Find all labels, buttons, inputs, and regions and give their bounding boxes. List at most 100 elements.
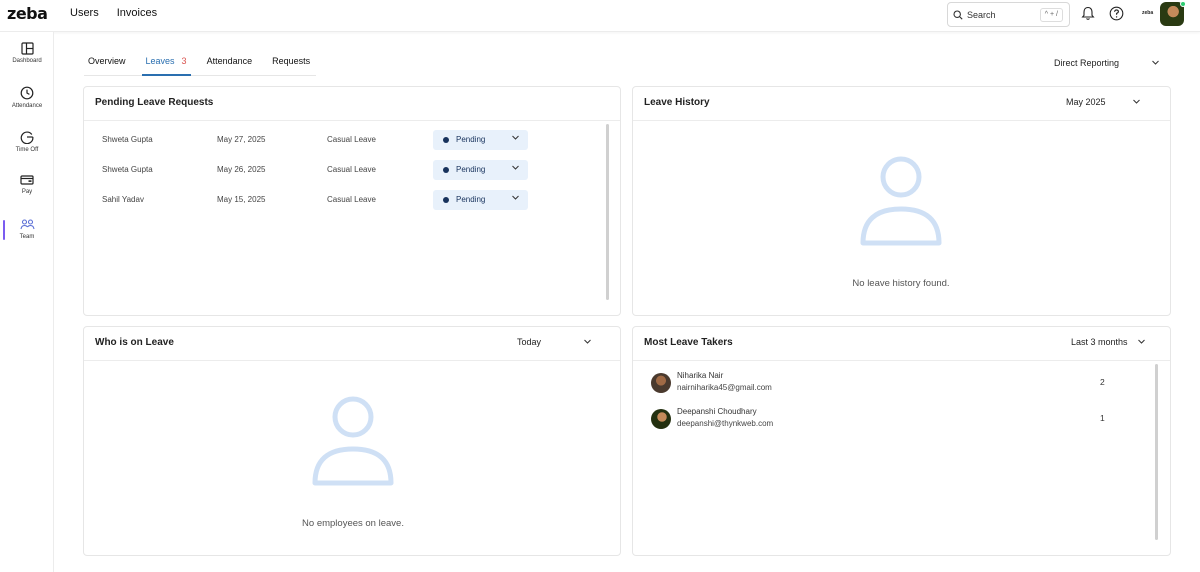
status-label: Pending [456,195,486,204]
tab-label: Overview [88,56,126,66]
nav-users[interactable]: Users [70,7,99,19]
card-title: Pending Leave Requests [95,97,214,108]
card-header: Who is on Leave Today [84,327,620,361]
pending-leave-requests-card: Pending Leave Requests Shweta Gupta May … [83,86,621,316]
card-title: Leave History [644,97,710,108]
leave-date: May 15, 2025 [217,195,266,204]
taker-email: nairniharika45@gmail.com [677,383,772,392]
leave-count: 1 [1100,413,1105,423]
sidebar-item-label: Pay [21,189,33,195]
tab-requests[interactable]: Requests [268,48,314,76]
time-off-icon [20,131,34,144]
search-icon [953,9,963,20]
search-input[interactable]: Search ^ + / [947,2,1070,27]
team-icon [19,219,35,230]
card-title: Who is on Leave [95,337,174,348]
leaves-count-badge: 3 [181,56,187,66]
sidebar-item-label: Team [19,234,35,240]
status-dot [443,137,449,143]
avatar [651,409,671,429]
leave-type: Casual Leave [327,195,376,204]
most-leave-takers-card: Most Leave Takers Last 3 months Niharika… [632,326,1171,556]
employee-name: Shweta Gupta [102,165,153,174]
status-label: Pending [456,135,486,144]
card-title: Most Leave Takers [644,337,733,348]
company-logo[interactable]: zeba [1142,10,1153,16]
status-dot [443,167,449,173]
online-status-dot [1180,1,1186,7]
period-select[interactable]: Last 3 months [1071,337,1128,347]
sidebar-item-time-off[interactable]: Time Off [0,130,54,166]
nav-invoices[interactable]: Invoices [117,7,157,19]
employee-name: Sahil Yadav [102,195,144,204]
tab-overview[interactable]: Overview [84,48,130,76]
sidebar-item-attendance[interactable]: Attendance [0,86,54,122]
top-nav: Users Invoices [70,7,157,19]
leave-date: May 27, 2025 [217,135,266,144]
taker-name: Niharika Nair [677,371,724,380]
tab-label: Leaves [145,56,175,66]
chevron-down-icon [512,165,519,170]
scrollbar[interactable] [606,124,609,300]
top-bar: zeba Users Invoices Search ^ + / zeba [0,0,1200,32]
chevron-down-icon[interactable] [583,337,592,346]
bell-icon[interactable] [1081,6,1095,21]
dashboard-icon [20,42,34,55]
clock-icon [20,86,34,100]
chevron-down-icon[interactable] [1137,337,1146,346]
help-icon[interactable] [1109,6,1124,21]
user-placeholder-icon [312,396,394,486]
sidebar-active-indicator [3,220,5,240]
table-row[interactable]: Shweta Gupta May 26, 2025 Casual Leave P… [102,160,552,180]
sidebar-item-label: Attendance [11,103,43,109]
day-select[interactable]: Today [517,337,541,347]
user-placeholder-icon [860,156,942,246]
tab-bar: Overview Leaves 3 Attendance Requests [84,48,316,76]
tab-label: Attendance [206,56,253,66]
list-item[interactable]: Deepanshi Choudhary deepanshi@thynkweb.c… [651,407,1091,435]
leave-history-card: Leave History May 2025 No leave history … [632,86,1171,316]
leave-type: Casual Leave [327,165,376,174]
chevron-down-icon [512,195,519,200]
status-label: Pending [456,165,486,174]
leave-count: 2 [1100,377,1105,387]
status-dropdown[interactable]: Pending [433,130,528,150]
chevron-down-icon[interactable] [1132,97,1141,106]
sidebar-item-pay[interactable]: Pay [0,174,54,210]
leave-type: Casual Leave [327,135,376,144]
month-select[interactable]: May 2025 [1066,97,1106,107]
card-header: Pending Leave Requests [84,87,620,121]
status-dropdown[interactable]: Pending [433,190,528,210]
direct-reporting-select[interactable]: Direct Reporting [1054,58,1119,68]
taker-email: deepanshi@thynkweb.com [677,419,774,428]
leave-date: May 26, 2025 [217,165,266,174]
scrollbar[interactable] [1155,364,1158,540]
card-header: Leave History May 2025 [633,87,1170,121]
search-placeholder: Search [967,9,996,20]
status-dropdown[interactable]: Pending [433,160,528,180]
sidebar-item-team[interactable]: Team [0,218,54,254]
empty-state-text: No employees on leave. [302,518,404,529]
chevron-down-icon[interactable] [1151,58,1160,67]
sidebar-item-label: Time Off [15,147,39,153]
zeba-logo[interactable]: zeba [7,4,48,23]
sidebar: Dashboard Attendance Time Off Pay Team [0,32,54,572]
sidebar-item-label: Dashboard [12,58,42,64]
employee-name: Shweta Gupta [102,135,153,144]
sidebar-item-dashboard[interactable]: Dashboard [0,42,54,78]
table-row[interactable]: Shweta Gupta May 27, 2025 Casual Leave P… [102,130,552,150]
tab-attendance[interactable]: Attendance [203,48,257,76]
wallet-icon [20,175,34,185]
empty-state-text: No leave history found. [852,278,950,289]
avatar [651,373,671,393]
list-item[interactable]: Niharika Nair nairniharika45@gmail.com [651,371,1091,399]
search-shortcut: ^ + / [1039,8,1063,22]
status-dot [443,197,449,203]
tab-label: Requests [272,56,311,66]
chevron-down-icon [512,135,519,140]
table-row[interactable]: Sahil Yadav May 15, 2025 Casual Leave Pe… [102,190,552,210]
tab-leaves[interactable]: Leaves 3 [141,48,191,76]
taker-name: Deepanshi Choudhary [677,407,757,416]
who-is-on-leave-card: Who is on Leave Today No employees on le… [83,326,621,556]
card-header: Most Leave Takers Last 3 months [633,327,1170,361]
